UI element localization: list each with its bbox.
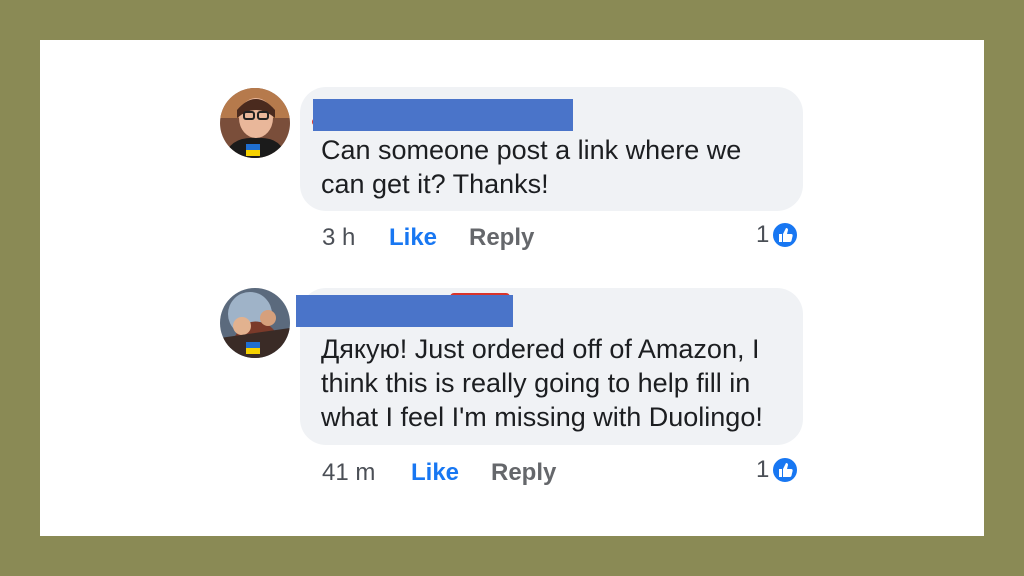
reaction-count: 1 (756, 456, 770, 483)
thumbs-up-icon (771, 456, 800, 484)
avatar[interactable] (220, 88, 290, 158)
reply-button[interactable]: Reply (491, 458, 556, 488)
reaction-count: 1 (756, 221, 770, 248)
comment-timestamp[interactable]: 3 h (322, 223, 355, 253)
comment-thread: Can someone post a link where we can get… (40, 40, 984, 536)
reaction-summary[interactable]: 1 (756, 220, 800, 250)
comment-text: Can someone post a link where we can get… (321, 135, 742, 199)
reply-button[interactable]: Reply (469, 223, 534, 253)
like-button[interactable]: Like (389, 223, 437, 253)
reaction-summary[interactable]: 1 (756, 455, 800, 485)
comment-timestamp[interactable]: 41 m (322, 458, 375, 488)
like-button[interactable]: Like (411, 458, 459, 488)
redacted-author-name (296, 295, 513, 327)
profile-photo-icon (220, 288, 290, 358)
thumbs-up-icon (771, 221, 800, 249)
avatar[interactable] (220, 288, 290, 358)
redacted-author-name (313, 99, 573, 131)
comment-text: Дякую! Just ordered off of Amazon, I thi… (321, 334, 763, 432)
profile-photo-icon (220, 88, 290, 158)
